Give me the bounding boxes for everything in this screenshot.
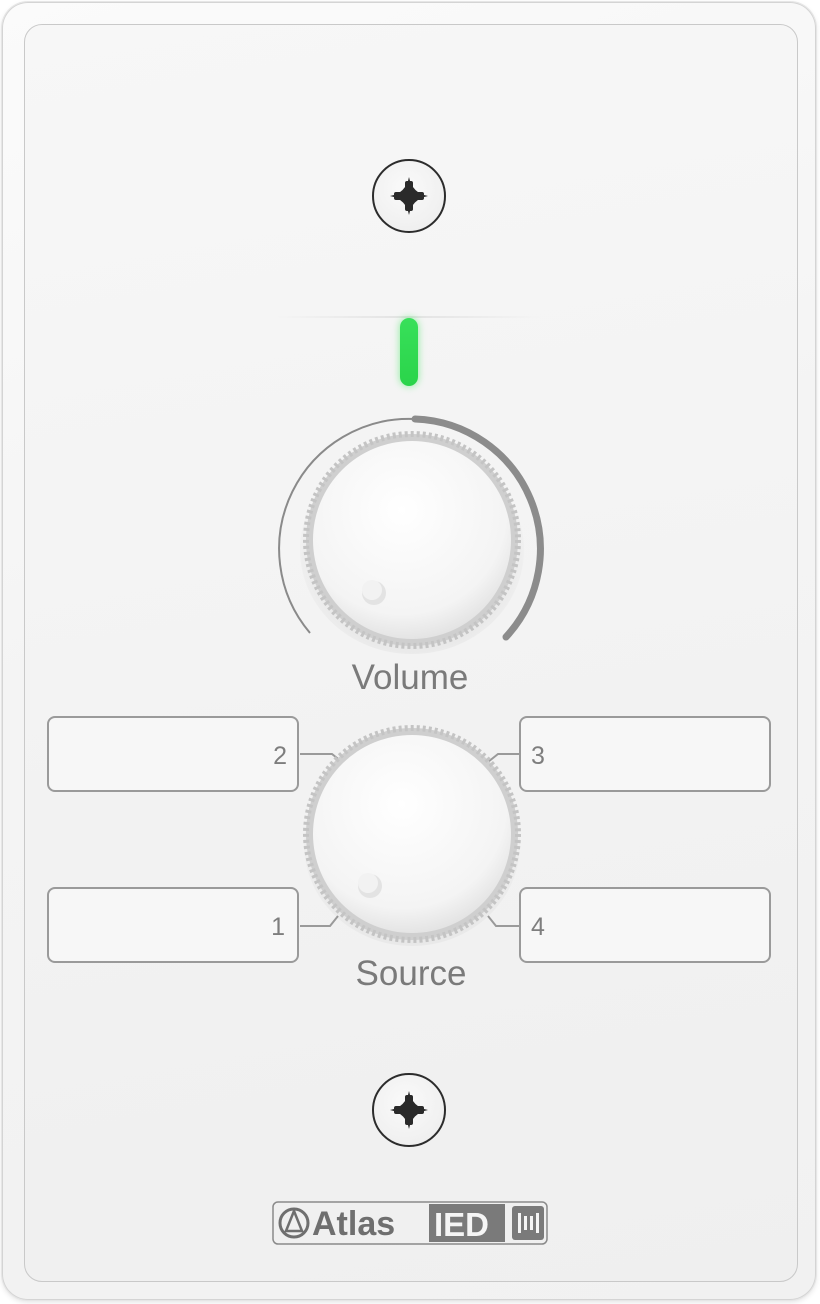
source-knob[interactable] [300, 722, 524, 946]
atlasied-logo: Atlas IED [272, 1201, 548, 1245]
logo-ied-text: IED [434, 1206, 489, 1243]
source-number-2: 2 [273, 742, 287, 770]
source-number-1: 1 [271, 913, 285, 941]
status-led [400, 318, 418, 386]
logo-atlas-text: Atlas [312, 1205, 395, 1243]
source-label-box-4: 4 [519, 887, 771, 963]
source-label-box-2: 2 [47, 716, 299, 792]
source-label: Source [355, 954, 467, 993]
volume-knob[interactable] [270, 405, 560, 655]
volume-label: Volume [351, 658, 469, 697]
source-label-box-1: 1 [47, 887, 299, 963]
source-number-4: 4 [531, 913, 545, 941]
source-label-box-3: 3 [519, 716, 771, 792]
bottom-screw-icon [372, 1073, 446, 1147]
top-screw-icon [372, 159, 446, 233]
source-number-3: 3 [531, 742, 545, 770]
